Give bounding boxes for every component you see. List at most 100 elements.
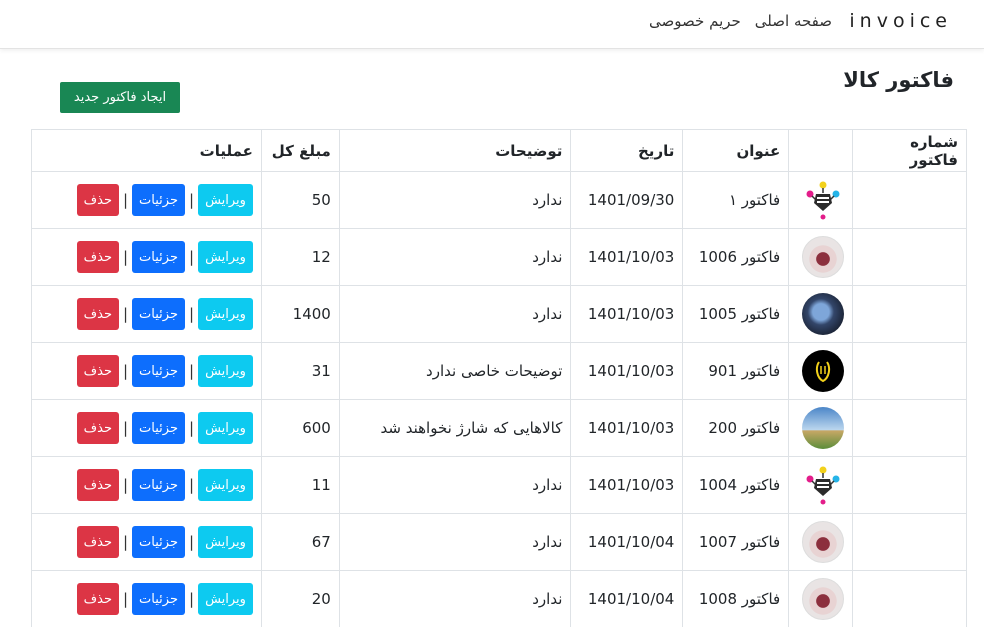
cell-title: فاکتور 901 xyxy=(682,342,790,400)
cell-description: ندارد xyxy=(338,456,572,514)
cell-total: 600 xyxy=(260,399,340,457)
edit-button[interactable]: ویرایش xyxy=(198,298,253,330)
action-separator: | xyxy=(189,248,195,266)
floral-icon xyxy=(802,236,845,278)
details-button[interactable]: جزئیات xyxy=(132,583,185,615)
edit-button[interactable]: ویرایش xyxy=(198,241,253,273)
details-button[interactable]: جزئیات xyxy=(132,412,185,444)
ink-icon xyxy=(802,464,845,506)
details-button[interactable]: جزئیات xyxy=(132,355,185,387)
nav-privacy-link[interactable]: حریم خصوصی xyxy=(649,12,741,30)
cell-total: 67 xyxy=(260,513,340,571)
cell-date: 1401/10/03 xyxy=(570,456,684,514)
cell-description: ندارد xyxy=(338,228,572,286)
edit-button[interactable]: ویرایش xyxy=(198,184,253,216)
nav-home-link[interactable]: صفحه اصلی xyxy=(755,12,832,30)
delete-button[interactable]: حذف xyxy=(76,184,119,216)
row-actions: ویرایش | جزئیات | حذف xyxy=(40,241,253,273)
cell-date: 1401/10/03 xyxy=(570,228,684,286)
row-actions: ویرایش | جزئیات | حذف xyxy=(40,469,253,501)
table-row: فاکتور 1007 1401/10/04 ندارد 67 ویرایش | جزئیا… xyxy=(31,513,967,571)
delete-button[interactable]: حذف xyxy=(76,526,119,558)
cell-number xyxy=(852,456,967,514)
cell-description: ندارد xyxy=(338,171,572,229)
row-actions: ویرایش | جزئیات | حذف xyxy=(40,583,253,615)
cell-number xyxy=(852,171,967,229)
table-row: فاکتور 1006 1401/10/03 ندارد 12 ویرایش | جزئیا… xyxy=(31,228,967,286)
cell-date: 1401/10/03 xyxy=(570,399,684,457)
details-button[interactable]: جزئیات xyxy=(132,184,185,216)
action-separator: | xyxy=(122,191,129,209)
create-invoice-button[interactable]: ایجاد فاکتور جدید xyxy=(60,82,180,113)
details-button[interactable]: جزئیات xyxy=(132,469,185,501)
floral-icon xyxy=(802,578,845,620)
cell-description: توضیحات خاصی ندارد xyxy=(338,342,572,400)
cell-operations: ویرایش | جزئیات | حذف xyxy=(31,513,262,571)
blue-flower-icon xyxy=(802,293,845,335)
edit-button[interactable]: ویرایش xyxy=(198,355,253,387)
cell-image xyxy=(788,456,854,514)
action-separator: | xyxy=(122,305,129,323)
header-operations: عملیات xyxy=(31,129,262,172)
table-header-row: شماره فاکتور عنوان تاریخ توضیحات مبلغ کل… xyxy=(31,129,967,172)
action-separator: | xyxy=(122,590,129,608)
action-separator: | xyxy=(122,533,129,551)
details-button[interactable]: جزئیات xyxy=(132,241,185,273)
row-actions: ویرایش | جزئیات | حذف xyxy=(40,184,253,216)
cell-number xyxy=(852,399,967,457)
edit-button[interactable]: ویرایش xyxy=(198,583,253,615)
row-actions: ویرایش | جزئیات | حذف xyxy=(40,355,253,387)
cell-description: کالاهایی که شارژ نخواهند شد xyxy=(338,399,572,457)
row-actions: ویرایش | جزئیات | حذف xyxy=(40,298,253,330)
action-separator: | xyxy=(189,533,195,551)
cell-operations: ویرایش | جزئیات | حذف xyxy=(31,570,262,627)
cell-date: 1401/10/04 xyxy=(570,513,684,571)
delete-button[interactable]: حذف xyxy=(76,583,119,615)
landscape-icon xyxy=(802,407,845,449)
cell-image xyxy=(788,570,854,627)
cell-date: 1401/10/03 xyxy=(570,342,684,400)
delete-button[interactable]: حذف xyxy=(76,412,119,444)
cell-title: فاکتور 1006 xyxy=(682,228,790,286)
row-actions: ویرایش | جزئیات | حذف xyxy=(40,412,253,444)
cell-total: 12 xyxy=(260,228,340,286)
cell-operations: ویرایش | جزئیات | حذف xyxy=(31,171,262,229)
cell-operations: ویرایش | جزئیات | حذف xyxy=(31,399,262,457)
details-button[interactable]: جزئیات xyxy=(132,526,185,558)
cell-title: فاکتور 1005 xyxy=(682,285,790,343)
edit-button[interactable]: ویرایش xyxy=(198,526,253,558)
action-separator: | xyxy=(189,191,195,209)
action-separator: | xyxy=(189,305,195,323)
action-separator: | xyxy=(122,248,129,266)
delete-button[interactable]: حذف xyxy=(76,241,119,273)
edit-button[interactable]: ویرایش xyxy=(198,469,253,501)
table-row: فاکتور 200 1401/10/03 کالاهایی که شارژ نخو… xyxy=(31,399,967,457)
action-separator: | xyxy=(189,476,195,494)
brand-link[interactable]: invoice xyxy=(849,10,952,32)
details-button[interactable]: جزئیات xyxy=(132,298,185,330)
action-separator: | xyxy=(122,476,129,494)
cell-total: 11 xyxy=(260,456,340,514)
cell-image xyxy=(788,285,854,343)
edit-button[interactable]: ویرایش xyxy=(198,412,253,444)
cell-title: فاکتور 1004 xyxy=(682,456,790,514)
ink-icon xyxy=(802,179,845,221)
cell-title: فاکتور ۱ xyxy=(682,171,790,229)
floral-icon xyxy=(802,521,845,563)
nav-links: صفحه اصلی حریم خصوصی xyxy=(649,12,832,30)
delete-button[interactable]: حذف xyxy=(76,298,119,330)
delete-button[interactable]: حذف xyxy=(76,469,119,501)
cell-total: 31 xyxy=(260,342,340,400)
cell-title: فاکتور 1007 xyxy=(682,513,790,571)
cell-operations: ویرایش | جزئیات | حذف xyxy=(31,456,262,514)
delete-button[interactable]: حذف xyxy=(76,355,119,387)
cell-operations: ویرایش | جزئیات | حذف xyxy=(31,285,262,343)
cell-date: 1401/10/03 xyxy=(570,285,684,343)
cell-operations: ویرایش | جزئیات | حذف xyxy=(31,228,262,286)
cell-image xyxy=(788,342,854,400)
cell-image xyxy=(788,399,854,457)
cell-number xyxy=(852,228,967,286)
cell-image xyxy=(788,171,854,229)
table-row: فاکتور 1005 1401/10/03 ندارد 1400 ویرایش | جزئ… xyxy=(31,285,967,343)
cell-number xyxy=(852,342,967,400)
